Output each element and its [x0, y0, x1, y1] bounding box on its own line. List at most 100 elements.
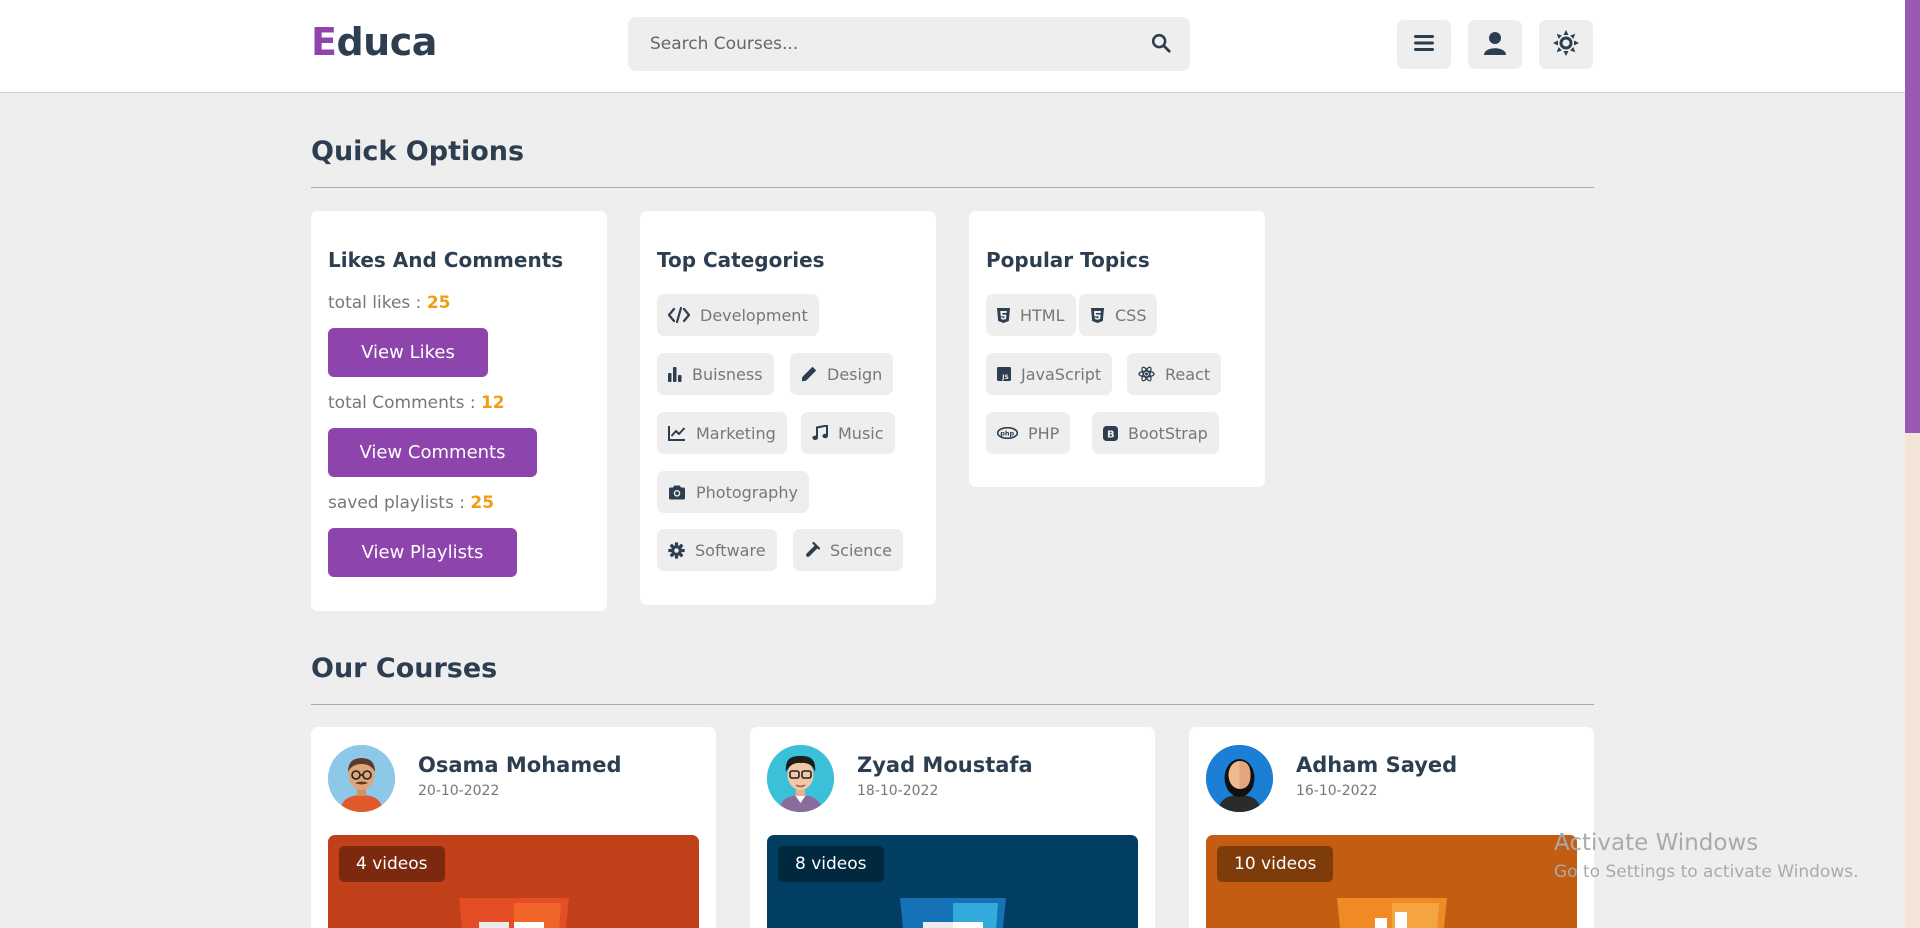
php-icon: php	[997, 427, 1018, 439]
category-tag-marketing[interactable]: Marketing	[657, 412, 787, 454]
camera-icon	[669, 485, 685, 499]
tutor-name[interactable]: Osama Mohamed	[418, 753, 622, 777]
topic-tag-bootstrap[interactable]: B BootStrap	[1092, 412, 1219, 454]
tutor-name[interactable]: Zyad Moustafa	[857, 753, 1033, 777]
course-date: 20-10-2022	[418, 783, 500, 799]
category-label: Design	[827, 364, 883, 384]
likes-comments-box: Likes And Comments total likes : 25 View…	[311, 211, 607, 611]
video-count-badge: 10 videos	[1217, 846, 1334, 882]
category-tag-business[interactable]: Buisness	[657, 353, 774, 395]
js-icon: JS	[997, 367, 1011, 381]
topic-tag-css[interactable]: CSS	[1079, 294, 1158, 336]
scrollbar[interactable]	[1905, 0, 1920, 928]
search-icon[interactable]	[1150, 32, 1174, 56]
watermark-subtitle: Go to Settings to activate Windows.	[1554, 862, 1859, 882]
likes-box-title: Likes And Comments	[328, 248, 564, 272]
category-tag-design[interactable]: Design	[790, 353, 894, 395]
css3-icon	[900, 898, 1006, 928]
course-card: Osama Mohamed 20-10-2022 4 videos	[311, 727, 716, 928]
category-label: Software	[695, 540, 766, 560]
course-date: 18-10-2022	[857, 783, 939, 799]
quick-options-heading: Quick Options	[311, 136, 1594, 188]
topic-tag-php[interactable]: php PHP	[986, 412, 1071, 454]
categories-box-title: Top Categories	[657, 248, 825, 272]
topic-label: CSS	[1115, 305, 1147, 325]
music-icon	[812, 425, 828, 440]
category-label: Buisness	[692, 364, 763, 384]
category-tag-music[interactable]: Music	[801, 412, 895, 454]
html5-icon	[997, 307, 1010, 323]
windows-activation-watermark: Activate Windows Go to Settings to activ…	[1554, 830, 1859, 882]
js-icon	[1337, 898, 1447, 928]
category-tag-software[interactable]: Software	[657, 529, 777, 571]
top-categories-box: Top Categories Development Buisness Desi…	[640, 211, 936, 605]
our-courses-heading: Our Courses	[311, 653, 1594, 705]
user-button[interactable]	[1468, 20, 1522, 69]
course-card: Adham Sayed 16-10-2022 10 videos	[1189, 727, 1594, 928]
tutor-avatar[interactable]	[767, 745, 834, 812]
tutor-avatar[interactable]	[1206, 745, 1273, 812]
html5-icon	[459, 898, 569, 928]
tutor-avatar[interactable]	[328, 745, 395, 812]
header: Educa	[0, 0, 1905, 93]
topic-tag-html[interactable]: HTML	[986, 294, 1076, 336]
category-label: Marketing	[696, 423, 776, 443]
svg-text:B: B	[1107, 429, 1115, 440]
total-likes-count: 25	[426, 293, 451, 313]
category-tag-science[interactable]: Science	[793, 529, 904, 571]
gear-icon	[668, 541, 685, 559]
course-card: Zyad Moustafa 18-10-2022 8 videos	[750, 727, 1155, 928]
chart-bar-icon	[668, 367, 682, 382]
total-comments-text: total Comments : 12	[328, 393, 505, 413]
tutor-name[interactable]: Adham Sayed	[1296, 753, 1457, 777]
course-thumbnail[interactable]: 8 videos	[767, 835, 1138, 928]
bars-icon	[1413, 33, 1435, 57]
topic-label: PHP	[1028, 423, 1060, 443]
vial-icon	[806, 542, 820, 557]
category-tag-development[interactable]: Development	[657, 294, 819, 336]
topic-label: JavaScript	[1021, 364, 1102, 384]
category-label: Music	[838, 423, 884, 443]
code-icon	[668, 307, 690, 323]
popular-topics-box: Popular Topics HTML CSS JS JavaScript Re…	[969, 211, 1265, 487]
category-tag-photography[interactable]: Photography	[657, 471, 809, 513]
svg-text:JS: JS	[1001, 374, 1009, 381]
sun-icon	[1553, 29, 1579, 60]
menu-button[interactable]	[1397, 20, 1451, 69]
view-likes-button[interactable]: View Likes	[328, 328, 488, 377]
saved-playlists-label: saved playlists :	[328, 493, 465, 513]
topic-label: BootStrap	[1128, 423, 1208, 443]
topic-tag-react[interactable]: React	[1127, 353, 1222, 395]
topic-tag-javascript[interactable]: JS JavaScript	[986, 353, 1113, 395]
search-input[interactable]	[628, 17, 1128, 71]
topics-box-title: Popular Topics	[986, 248, 1150, 272]
user-icon	[1484, 31, 1506, 59]
category-label: Science	[830, 540, 893, 560]
saved-playlists-count: 25	[470, 493, 495, 513]
category-label: Development	[700, 305, 808, 325]
category-label: Photography	[696, 482, 798, 502]
course-date: 16-10-2022	[1296, 783, 1378, 799]
react-icon	[1138, 366, 1155, 382]
total-comments-label: total Comments :	[328, 393, 476, 413]
search-form	[628, 17, 1190, 71]
pen-icon	[801, 366, 817, 382]
view-playlists-button[interactable]: View Playlists	[328, 528, 517, 577]
video-count-badge: 8 videos	[778, 846, 884, 882]
theme-toggle-button[interactable]	[1539, 20, 1593, 69]
total-likes-text: total likes : 25	[328, 293, 451, 313]
svg-text:php: php	[1000, 430, 1014, 438]
scrollbar-thumb[interactable]	[1905, 0, 1920, 433]
saved-playlists-text: saved playlists : 25	[328, 493, 494, 513]
chart-line-icon	[668, 426, 686, 441]
course-thumbnail[interactable]: 10 videos	[1206, 835, 1577, 928]
topic-label: HTML	[1020, 305, 1065, 325]
video-count-badge: 4 videos	[339, 846, 445, 882]
course-thumbnail[interactable]: 4 videos	[328, 835, 699, 928]
view-comments-button[interactable]: View Comments	[328, 428, 537, 477]
total-comments-count: 12	[480, 393, 505, 413]
logo-text: duca	[336, 20, 437, 64]
logo[interactable]: Educa	[311, 20, 437, 64]
logo-first-letter: E	[311, 20, 337, 64]
css3-icon	[1091, 307, 1104, 323]
